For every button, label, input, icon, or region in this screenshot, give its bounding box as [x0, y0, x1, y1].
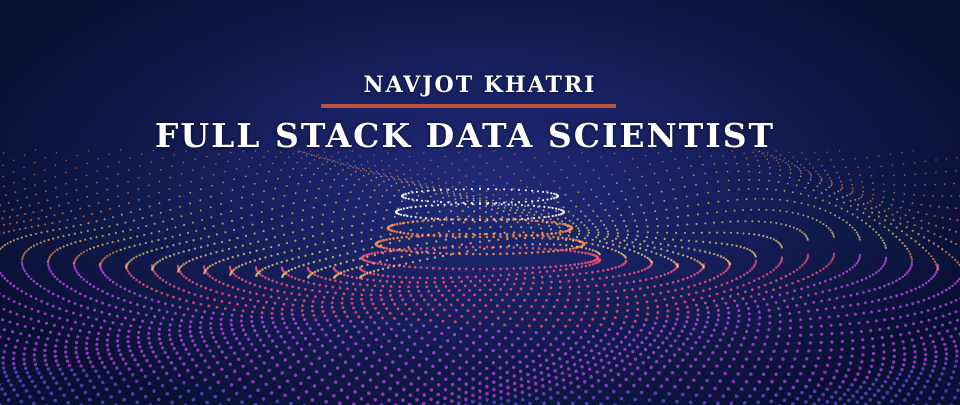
accent-divider	[321, 104, 616, 108]
job-title: FULL STACK DATA SCIENTIST	[154, 116, 776, 155]
banner: NAVJOT KHATRI FULL STACK DATA SCIENTIST	[0, 0, 960, 405]
person-name: NAVJOT KHATRI	[363, 72, 597, 98]
particle-dots	[0, 149, 960, 405]
particle-wave-art	[0, 149, 960, 405]
